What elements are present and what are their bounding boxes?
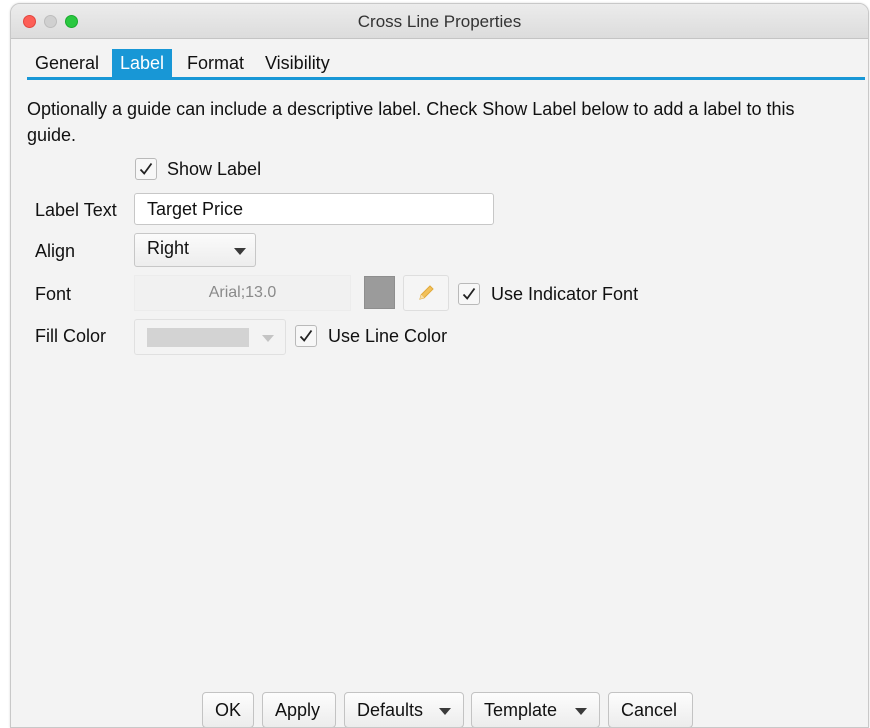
font-field: Arial;13.0 [134, 275, 351, 311]
use-indicator-font-checkbox[interactable] [458, 283, 480, 305]
fill-color-label: Fill Color [35, 326, 107, 346]
use-line-color-label: Use Line Color [328, 326, 448, 346]
label-text-input[interactable]: Target Price [134, 193, 494, 225]
defaults-label: Defaults [357, 700, 424, 720]
defaults-button[interactable]: Defaults [344, 692, 464, 727]
properties-dialog: Cross Line Properties General Label Form… [10, 3, 869, 728]
checkmark-icon [299, 329, 313, 342]
tab-format[interactable]: Format [179, 49, 252, 77]
font-label: Font [35, 284, 72, 304]
chevron-down-icon [439, 708, 451, 715]
use-indicator-font-label: Use Indicator Font [491, 284, 639, 304]
font-color-swatch[interactable] [364, 276, 395, 309]
template-label: Template [484, 700, 558, 720]
template-button[interactable]: Template [471, 692, 600, 727]
edit-font-button[interactable] [403, 275, 449, 311]
checkmark-icon [139, 162, 153, 175]
fill-color-dropdown [134, 319, 286, 355]
chevron-down-icon [262, 335, 274, 342]
fill-color-swatch [147, 328, 249, 347]
apply-button[interactable]: Apply [262, 692, 336, 727]
tab-label[interactable]: Label [112, 49, 173, 77]
chevron-down-icon [575, 708, 587, 715]
align-label: Align [35, 241, 76, 261]
label-text-label: Label Text [35, 200, 117, 220]
chevron-down-icon [234, 248, 246, 255]
show-label-text: Show Label [167, 159, 262, 179]
pencil-icon [419, 285, 434, 300]
ok-button[interactable]: OK [202, 692, 254, 727]
align-value: Right [147, 238, 190, 258]
tab-general[interactable]: General [27, 49, 107, 77]
description-text: Optionally a guide can include a descrip… [27, 99, 795, 145]
tab-visibility[interactable]: Visibility [257, 49, 338, 77]
use-line-color-checkbox[interactable] [295, 325, 317, 347]
cancel-button[interactable]: Cancel [608, 692, 693, 727]
title-bar: Cross Line Properties [11, 4, 868, 39]
window-title: Cross Line Properties [357, 12, 522, 31]
show-label-checkbox[interactable] [135, 158, 157, 180]
checkmark-icon [462, 287, 476, 300]
align-dropdown[interactable]: Right [134, 233, 256, 267]
tab-bar: General Label Format Visibility [27, 49, 865, 80]
